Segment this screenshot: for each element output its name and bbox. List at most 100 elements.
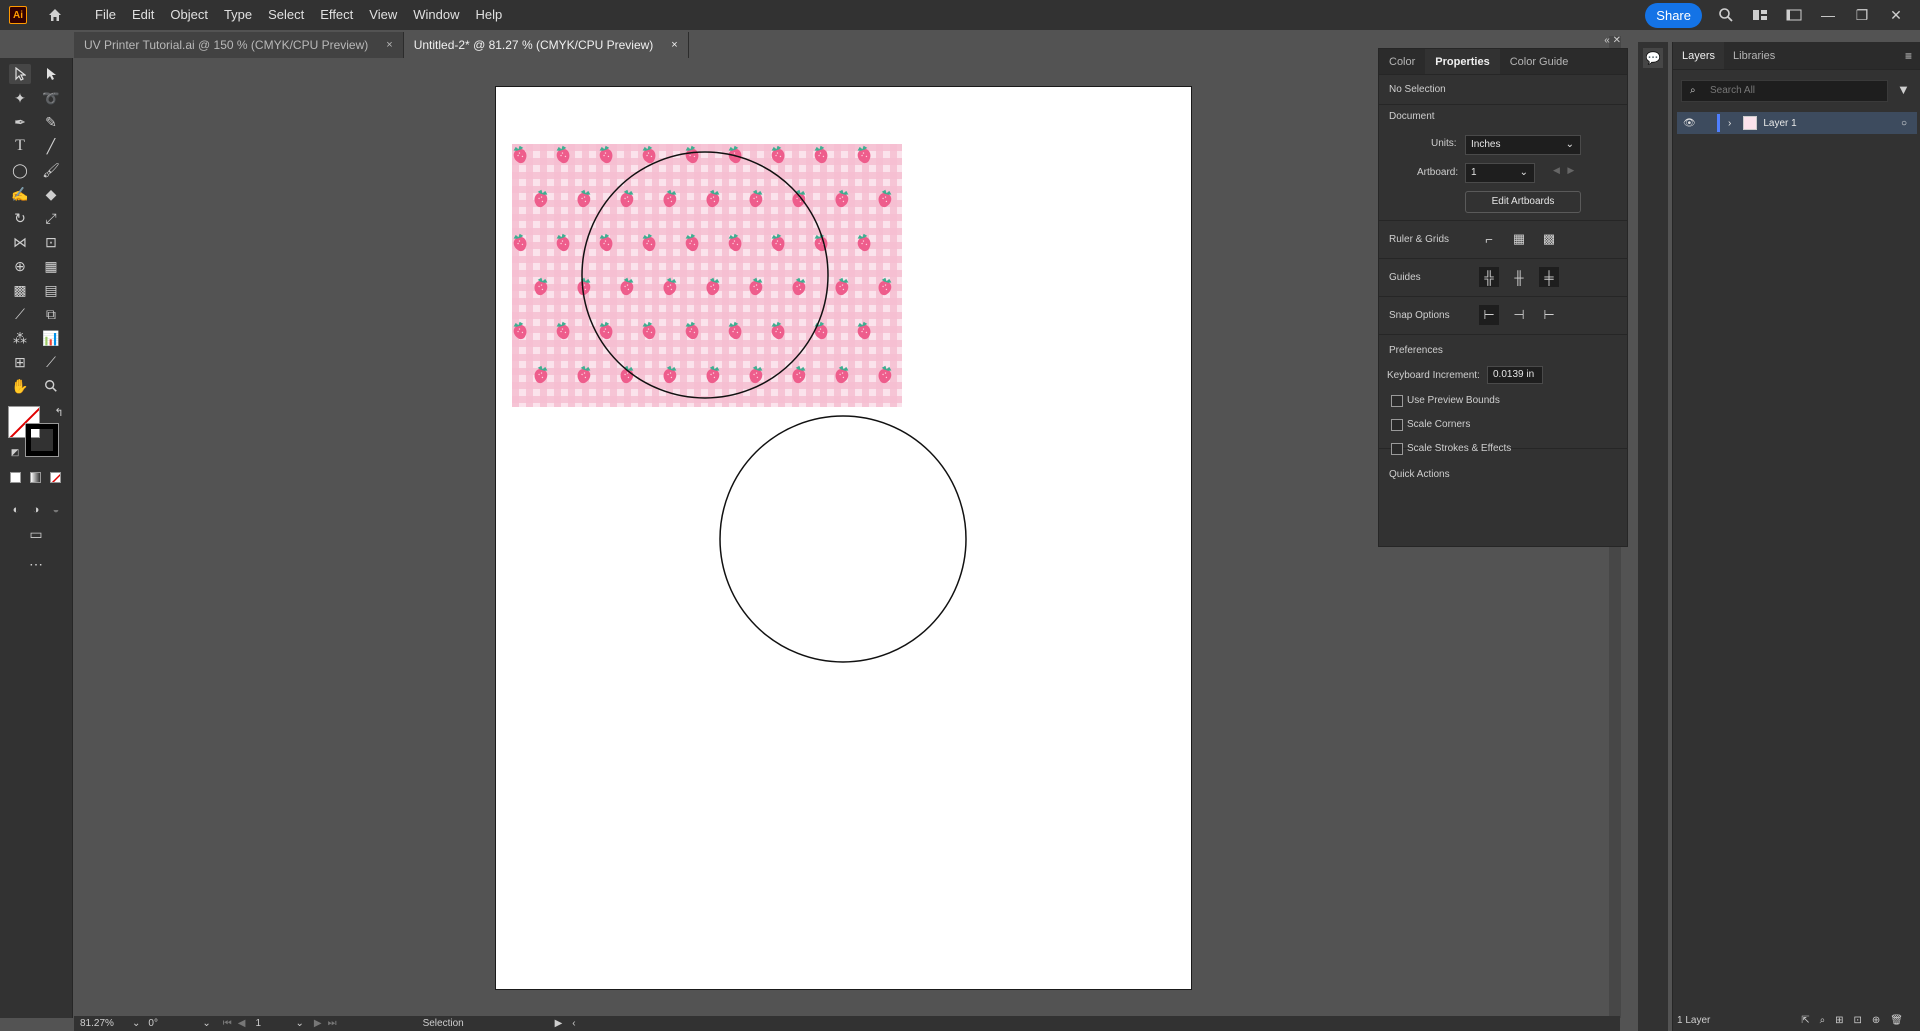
eraser-tool-icon[interactable]: ◆	[40, 184, 62, 204]
edit-artboards-button[interactable]: Edit Artboards	[1465, 191, 1581, 213]
artboard[interactable]	[495, 86, 1192, 990]
shape-builder-tool-icon[interactable]: ⊕	[9, 256, 31, 276]
chevron-down-icon[interactable]: ⌄	[295, 1018, 303, 1029]
circle-empty[interactable]	[719, 415, 967, 663]
layers-search-input[interactable]: ⌕ Search All	[1681, 80, 1888, 102]
snap-to-glyph-icon[interactable]: ⊢	[1539, 305, 1559, 325]
zoom-level[interactable]: 81.27%	[80, 1018, 128, 1029]
show-guides-icon[interactable]: ╬	[1479, 267, 1499, 287]
keyboard-increment-input[interactable]: 0.0139 in	[1487, 366, 1543, 384]
curvature-tool-icon[interactable]: ✎	[40, 112, 62, 132]
zoom-tool-icon[interactable]	[40, 376, 62, 396]
default-fill-stroke-icon[interactable]: ◩	[4, 442, 26, 462]
search-icon[interactable]	[1716, 5, 1736, 25]
lasso-tool-icon[interactable]: ➰	[40, 88, 62, 108]
visibility-eye-icon[interactable]: 👁	[1683, 118, 1703, 129]
grid-icon[interactable]: ▦	[1509, 229, 1529, 249]
close-tab-icon[interactable]: ×	[386, 39, 392, 51]
filter-icon[interactable]: ▼	[1897, 82, 1910, 97]
menu-edit[interactable]: Edit	[124, 0, 162, 30]
scale-tool-icon[interactable]: ⤢	[40, 208, 62, 228]
symbol-sprayer-tool-icon[interactable]: ⁂	[9, 328, 31, 348]
close-icon[interactable]: ✕	[1886, 5, 1906, 25]
transparency-grid-icon[interactable]: ▩	[1539, 229, 1559, 249]
tab-properties[interactable]: Properties	[1425, 49, 1500, 74]
chevron-down-icon[interactable]: ⌄	[132, 1018, 140, 1029]
comments-icon[interactable]: 💬	[1643, 48, 1663, 68]
scroll-left-icon[interactable]: ‹	[572, 1018, 575, 1029]
menu-window[interactable]: Window	[405, 0, 467, 30]
tab-color-guide[interactable]: Color Guide	[1500, 49, 1579, 74]
tab-color[interactable]: Color	[1379, 49, 1425, 74]
first-artboard-icon[interactable]: ⏮	[223, 1018, 232, 1029]
smart-guides-icon[interactable]: ╪	[1539, 267, 1559, 287]
menu-view[interactable]: View	[361, 0, 405, 30]
color-mode-icon[interactable]	[10, 472, 21, 483]
minimize-icon[interactable]: —	[1818, 5, 1838, 25]
ellipse-tool-icon[interactable]: ◯	[9, 160, 31, 180]
mesh-tool-icon[interactable]: ▩	[9, 280, 31, 300]
panel-menu-icon[interactable]: ≡	[1905, 42, 1920, 69]
target-circle-icon[interactable]: ○	[1901, 118, 1907, 129]
lock-guides-icon[interactable]: ╫	[1509, 267, 1529, 287]
tab-untitled-2[interactable]: Untitled-2* @ 81.27 % (CMYK/CPU Preview)…	[403, 32, 689, 58]
restore-icon[interactable]: ❐	[1852, 5, 1872, 25]
blend-tool-icon[interactable]: ⧉	[40, 304, 62, 324]
swap-fill-stroke-icon[interactable]: ↰	[48, 402, 70, 422]
chevron-down-icon[interactable]: ⌄	[202, 1018, 210, 1029]
none-mode-icon[interactable]	[50, 472, 61, 483]
direct-selection-tool-icon[interactable]	[40, 64, 62, 84]
hand-tool-icon[interactable]: ✋	[9, 376, 31, 396]
prev-artboard-icon[interactable]: ◀	[238, 1018, 246, 1029]
tab-layers[interactable]: Layers	[1673, 42, 1725, 69]
home-icon[interactable]	[45, 5, 65, 25]
share-button[interactable]: Share	[1645, 2, 1702, 28]
type-tool-icon[interactable]: T	[9, 136, 31, 156]
artboard-prev-next-icon[interactable]: ◀ ▶	[1553, 165, 1574, 176]
gradient-mode-icon[interactable]	[30, 472, 41, 483]
menu-help[interactable]: Help	[467, 0, 510, 30]
scale-corners-checkbox[interactable]	[1391, 419, 1403, 431]
menu-select[interactable]: Select	[260, 0, 312, 30]
rotate-tool-icon[interactable]: ↻	[9, 208, 31, 228]
menu-effect[interactable]: Effect	[312, 0, 361, 30]
paintbrush-tool-icon[interactable]: 🖌	[40, 160, 62, 180]
collapse-panel-icon[interactable]: « ✕	[1604, 35, 1621, 46]
rotation-value[interactable]: 0°	[148, 1018, 202, 1029]
snap-to-pixel-icon[interactable]: ⊣	[1509, 305, 1529, 325]
shaper-tool-icon[interactable]: ✍	[9, 184, 31, 204]
menu-object[interactable]: Object	[162, 0, 216, 30]
snap-to-point-icon[interactable]: ⊢	[1479, 305, 1499, 325]
ruler-icon[interactable]: ⌐	[1479, 229, 1499, 249]
slice-tool-icon[interactable]: ⟋	[40, 352, 62, 372]
draw-normal-icon[interactable]: ◐	[5, 500, 27, 520]
arrange-documents-icon[interactable]	[1750, 5, 1770, 25]
last-artboard-icon[interactable]: ⏭	[328, 1018, 337, 1029]
artboard-number[interactable]: 1	[255, 1018, 295, 1029]
layers-footer-icons[interactable]: ⇱⌕⊞⊡⊕🗑	[1801, 1015, 1913, 1026]
artboard-select[interactable]: 1 ⌄	[1465, 163, 1535, 183]
draw-behind-icon[interactable]: ◑	[25, 500, 47, 520]
edit-toolbar-icon[interactable]: ⋯	[25, 554, 47, 574]
graph-tool-icon[interactable]: 📊	[40, 328, 62, 348]
gradient-tool-icon[interactable]: ▤	[40, 280, 62, 300]
units-select[interactable]: Inches ⌄	[1465, 135, 1581, 155]
expand-layer-icon[interactable]: ›	[1728, 118, 1731, 129]
use-preview-bounds-checkbox[interactable]	[1391, 395, 1403, 407]
magic-wand-tool-icon[interactable]: ✦	[9, 88, 31, 108]
eyedropper-tool-icon[interactable]: ⟋	[9, 304, 31, 324]
line-tool-icon[interactable]: ╱	[40, 136, 62, 156]
width-tool-icon[interactable]: ⋈	[9, 232, 31, 252]
next-artboard-icon[interactable]: ▶	[314, 1018, 322, 1029]
draw-inside-icon[interactable]: ◒	[45, 500, 67, 520]
status-menu-icon[interactable]: ▶	[555, 1018, 563, 1029]
close-tab-icon[interactable]: ×	[671, 39, 677, 51]
tab-libraries[interactable]: Libraries	[1724, 42, 1784, 69]
screen-mode-icon[interactable]: ▭	[25, 524, 47, 544]
perspective-grid-tool-icon[interactable]: ▦	[40, 256, 62, 276]
free-transform-tool-icon[interactable]: ⊡	[40, 232, 62, 252]
layer-row[interactable]: 👁 › Layer 1 ○	[1677, 112, 1917, 134]
layer-name[interactable]: Layer 1	[1763, 118, 1796, 129]
selection-tool-icon[interactable]	[9, 64, 31, 84]
menu-type[interactable]: Type	[216, 0, 260, 30]
